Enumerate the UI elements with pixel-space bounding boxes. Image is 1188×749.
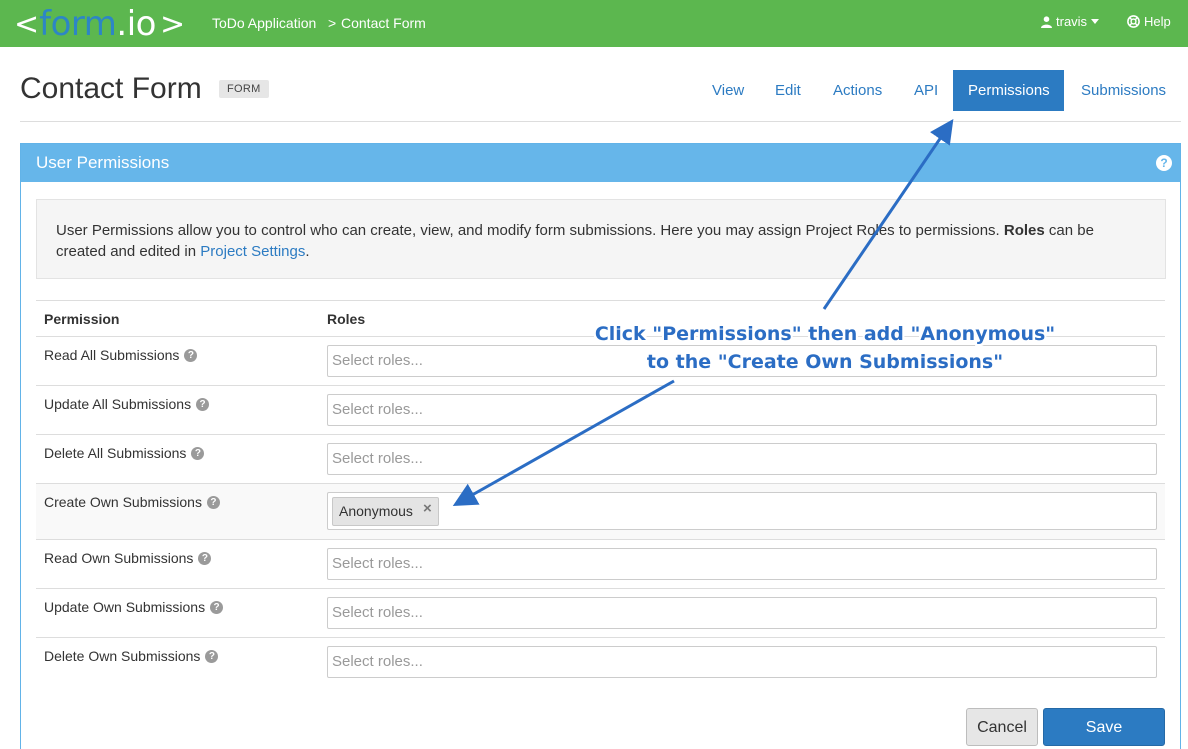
permission-name: Read All Submissions	[44, 347, 180, 363]
help-link[interactable]: Help	[1127, 14, 1171, 29]
permission-name: Update Own Submissions	[44, 599, 206, 615]
permission-name: Update All Submissions	[44, 396, 192, 412]
question-circle-icon[interactable]: ?	[210, 600, 224, 614]
question-circle-icon[interactable]: ?	[191, 446, 205, 460]
table-row: Delete All Submissions? Select roles...	[36, 434, 1165, 483]
permission-label: Delete All Submissions?	[44, 445, 205, 461]
permission-name: Read Own Submissions	[44, 550, 194, 566]
question-circle-icon[interactable]: ?	[184, 348, 198, 362]
table-row: Create Own Submissions? Anonymous ×	[36, 483, 1165, 539]
permission-label: Delete Own Submissions?	[44, 648, 219, 664]
user-name: travis	[1056, 14, 1088, 29]
info-end: .	[305, 243, 310, 260]
column-header-roles: Roles	[327, 311, 366, 327]
permission-label: Create Own Submissions?	[44, 494, 220, 510]
info-text: User Permissions allow you to control wh…	[56, 222, 1000, 239]
permissions-info-box: User Permissions allow you to control wh…	[36, 199, 1166, 279]
save-changes-button[interactable]: Save Changes	[1043, 708, 1165, 746]
panel-title: User Permissions	[36, 153, 170, 172]
help-label: Help	[1144, 14, 1171, 29]
annotation-callout: Click "Permissions" then add "Anonymous"…	[570, 320, 1080, 376]
roles-select[interactable]: Anonymous ×	[327, 492, 1157, 530]
logo-dot: .	[116, 4, 127, 44]
logo-text-form: form	[39, 4, 117, 44]
top-navbar: < form. io > ToDo Application > Contact For…	[0, 0, 1188, 47]
permission-name: Create Own Submissions	[44, 494, 202, 510]
page-title: Contact Form	[20, 72, 202, 105]
table-row: Delete Own Submissions? Select roles...	[36, 637, 1165, 686]
question-circle-icon[interactable]: ?	[205, 649, 219, 663]
permission-name: Delete Own Submissions	[44, 648, 201, 664]
permission-label: Read Own Submissions?	[44, 550, 212, 566]
table-row: Update All Submissions? Select roles...	[36, 385, 1165, 434]
column-header-permission: Permission	[44, 311, 120, 327]
question-circle-icon[interactable]: ?	[1156, 155, 1172, 171]
form-type-badge: FORM	[219, 80, 269, 98]
breadcrumb-separator: >	[328, 15, 337, 31]
tab-edit[interactable]: Edit	[760, 70, 816, 111]
formio-logo[interactable]: < form. io >	[14, 2, 185, 46]
table-row: Read Own Submissions? Select roles...	[36, 539, 1165, 588]
question-circle-icon[interactable]: ?	[196, 397, 210, 411]
user-menu[interactable]: travis	[1041, 14, 1100, 29]
roles-select[interactable]: Select roles...	[327, 597, 1157, 629]
roles-select[interactable]: Select roles...	[327, 646, 1157, 678]
logo-bracket-right: >	[159, 6, 186, 42]
role-tag-anonymous: Anonymous ×	[332, 497, 439, 526]
remove-tag-icon[interactable]: ×	[423, 494, 432, 523]
caret-down-icon	[1091, 19, 1100, 24]
tab-actions[interactable]: Actions	[818, 70, 897, 111]
permission-label: Update All Submissions?	[44, 396, 210, 412]
annotation-line-2: to the "Create Own Submissions"	[646, 351, 1004, 373]
user-icon	[1041, 15, 1052, 28]
logo-bracket-left: <	[14, 6, 40, 42]
permission-label: Read All Submissions?	[44, 347, 198, 363]
project-settings-link[interactable]: Project Settings	[200, 243, 305, 260]
permission-name: Delete All Submissions	[44, 445, 187, 461]
permission-label: Update Own Submissions?	[44, 599, 224, 615]
roles-select[interactable]: Select roles...	[327, 394, 1157, 426]
tab-view[interactable]: View	[697, 70, 759, 111]
roles-select[interactable]: Select roles...	[327, 548, 1157, 580]
annotation-line-1: Click "Permissions" then add "Anonymous"	[594, 323, 1056, 345]
question-circle-icon[interactable]: ?	[206, 495, 220, 509]
roles-select[interactable]: Select roles...	[327, 443, 1157, 475]
tab-submissions[interactable]: Submissions	[1066, 70, 1181, 111]
question-circle-icon[interactable]: ?	[198, 551, 212, 565]
header-divider	[20, 121, 1181, 122]
role-tag-label: Anonymous	[339, 503, 413, 519]
breadcrumb-form[interactable]: Contact Form	[341, 15, 426, 31]
breadcrumb-app[interactable]: ToDo Application	[212, 15, 316, 31]
tab-api[interactable]: API	[899, 70, 953, 111]
logo-text-io: io	[126, 4, 157, 44]
lifebuoy-icon	[1127, 15, 1140, 28]
info-bold-roles: Roles	[1003, 222, 1045, 239]
cancel-button[interactable]: Cancel	[966, 708, 1038, 746]
table-row: Update Own Submissions? Select roles...	[36, 588, 1165, 637]
tab-permissions[interactable]: Permissions	[953, 70, 1064, 111]
panel-header: User Permissions ?	[21, 144, 1180, 182]
